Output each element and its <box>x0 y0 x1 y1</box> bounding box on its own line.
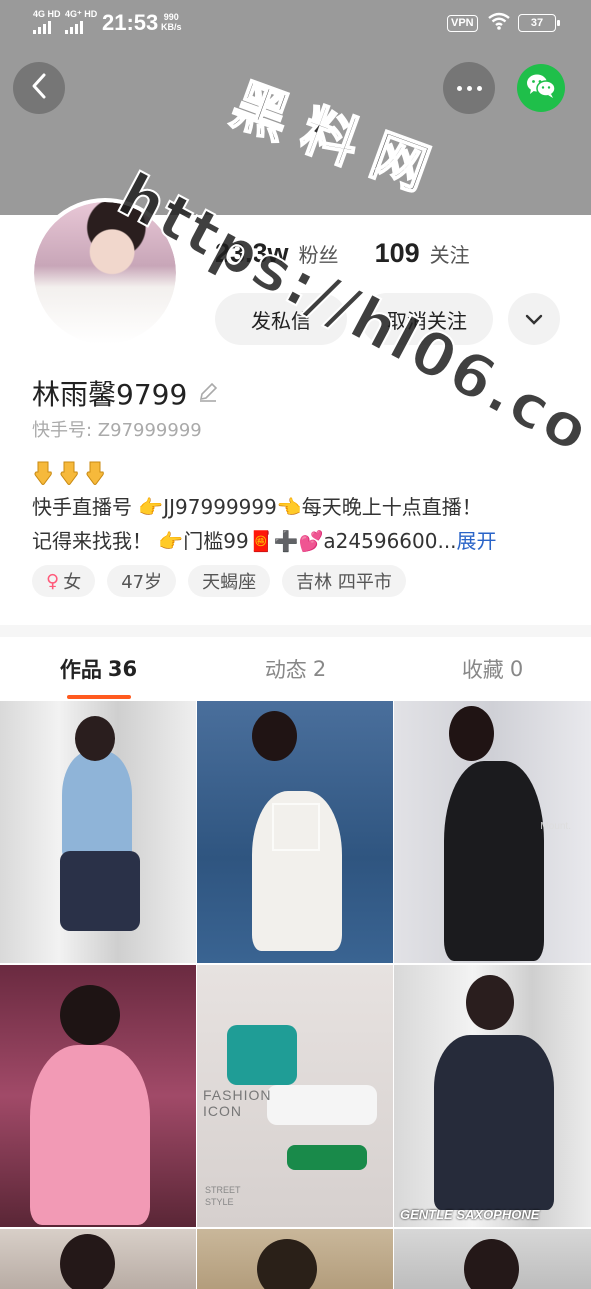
chevron-left-icon <box>29 72 49 104</box>
vpn-badge: VPN <box>447 15 478 32</box>
following-label[interactable]: 关注 <box>430 239 470 268</box>
wechat-share-button[interactable] <box>517 64 565 112</box>
video-thumbnail[interactable] <box>0 1229 196 1289</box>
tag-age: 47岁 <box>107 565 177 597</box>
profile-stats: 23.3w 粉丝 109 关注 <box>215 238 506 269</box>
profile-tags: ♀ 女 47岁 天蝎座 吉林 四平市 <box>32 565 406 597</box>
user-id[interactable]: 快手号: Z97999999 <box>32 416 202 442</box>
bio-line-1: 快手直播号 👉JJ97999999👈每天晚上十点直播！ <box>32 495 482 519</box>
clock: 21:53 <box>102 10 159 35</box>
network-type-1: 4G HD <box>33 9 61 19</box>
pointing-down-icon <box>60 461 78 485</box>
tab-works-label: 作品 <box>59 658 102 682</box>
video-thumbnail[interactable]: FASHION ICON STREET STYLE <box>197 965 393 1227</box>
network-speed: 990 KB/s <box>161 12 182 32</box>
thumbnail-caption: Mount. <box>540 821 571 832</box>
bio-line-2: 记得来找我！ 👉门槛99🧧➕💕a24596600...展开 <box>32 524 562 558</box>
tab-favorites-count: 0 <box>509 657 524 681</box>
signal-indicator-2: 4G⁺ HD <box>65 10 97 34</box>
tag-gender: ♀ 女 <box>32 565 96 597</box>
signal-indicator-1: 4G HD <box>33 10 61 34</box>
video-thumbnail[interactable]: GENTLE SAXOPHONE <box>394 965 591 1227</box>
back-button[interactable] <box>13 62 65 114</box>
more-horizontal-icon <box>456 85 462 91</box>
tag-location: 吉林 四平市 <box>282 565 406 597</box>
tag-gender-label: 女 <box>63 572 82 593</box>
wifi-icon <box>487 12 511 35</box>
video-thumbnail[interactable] <box>197 701 393 963</box>
avatar-image <box>34 202 176 344</box>
thumbnail-caption: STREET <box>205 1185 241 1195</box>
video-thumbnail[interactable] <box>0 701 196 963</box>
signal-bars-icon <box>65 21 83 34</box>
thumbnail-caption: FASHION <box>203 1087 272 1103</box>
followers-count[interactable]: 23.3w <box>215 238 289 269</box>
bio-line-2-text: 记得来找我！ 👉门槛99🧧➕💕a24596600... <box>32 529 457 553</box>
tab-works[interactable]: 作品 36 <box>0 637 197 701</box>
thumbnail-caption: ICON <box>203 1103 242 1119</box>
signal-bars-icon <box>33 21 51 34</box>
network-type-2: 4G⁺ HD <box>65 9 98 19</box>
expand-bio-link[interactable]: 展开 <box>457 529 497 553</box>
speed-value: 990 <box>163 12 179 22</box>
female-icon: ♀ <box>46 570 60 592</box>
tab-moments-count: 2 <box>312 657 327 681</box>
tab-favorites-label: 收藏 <box>461 658 504 682</box>
username: 林雨馨9799 <box>32 373 219 413</box>
username-text: 林雨馨9799 <box>32 378 188 411</box>
following-count[interactable]: 109 <box>375 238 420 269</box>
more-options-button[interactable] <box>443 62 495 114</box>
edit-pencil-icon[interactable] <box>197 377 219 410</box>
wechat-icon <box>526 73 556 103</box>
bio-emoji-row <box>32 460 106 486</box>
video-thumbnail[interactable] <box>394 1229 591 1289</box>
speed-unit: KB/s <box>161 22 182 32</box>
tag-zodiac: 天蝎座 <box>188 565 271 597</box>
avatar[interactable] <box>30 198 180 348</box>
works-grid: Mount. FASHION ICON STREET STYLE GENTLE … <box>0 701 591 1289</box>
thumbnail-caption: GENTLE SAXOPHONE <box>400 1207 540 1222</box>
send-message-button[interactable]: 发私信 <box>215 293 347 345</box>
followers-label[interactable]: 粉丝 <box>299 239 339 268</box>
tab-moments[interactable]: 动态 2 <box>197 637 394 701</box>
unfollow-button[interactable]: 取消关注 <box>361 293 493 345</box>
section-divider <box>0 625 591 637</box>
tab-works-count: 36 <box>107 657 138 681</box>
battery-indicator: 37 <box>518 14 560 32</box>
status-bar: 4G HD 4G⁺ HD 21:53 990 KB/s VPN 37 <box>0 0 591 46</box>
video-thumbnail[interactable] <box>0 965 196 1227</box>
expand-recommend-button[interactable] <box>508 293 560 345</box>
tab-moments-label: 动态 <box>264 658 307 682</box>
pointing-down-icon <box>86 461 104 485</box>
video-thumbnail[interactable] <box>197 1229 393 1289</box>
video-thumbnail[interactable]: Mount. <box>394 701 591 963</box>
tab-favorites[interactable]: 收藏 0 <box>394 637 591 701</box>
profile-header-banner: 4G HD 4G⁺ HD 21:53 990 KB/s VPN 37 <box>0 0 591 215</box>
chevron-down-icon <box>525 307 543 331</box>
focus-frame <box>272 803 320 851</box>
pointing-down-icon <box>34 461 52 485</box>
thumbnail-caption: STYLE <box>205 1197 234 1207</box>
content-tabs: 作品 36 动态 2 收藏 0 <box>0 637 591 701</box>
